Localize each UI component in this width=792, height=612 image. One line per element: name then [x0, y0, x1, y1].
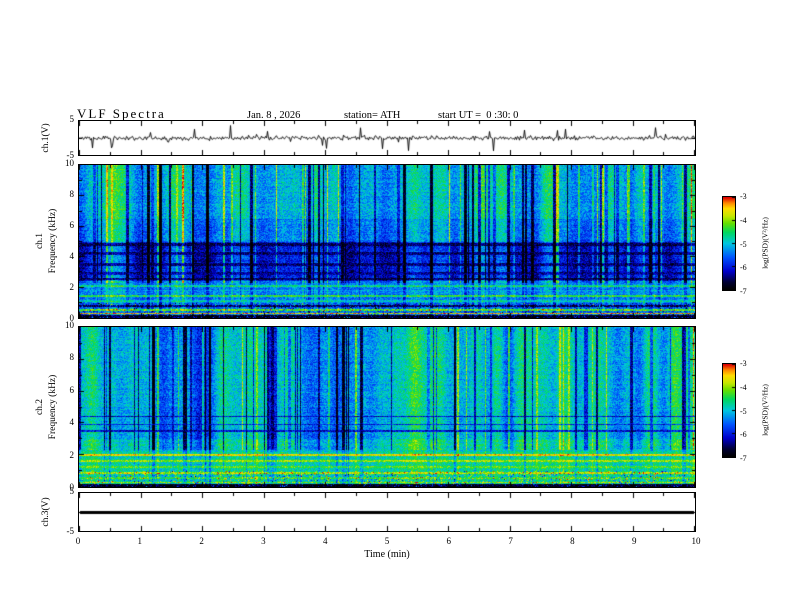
y-tick-label: 5 — [69, 114, 75, 124]
colorbar-tick-label: -7 — [740, 287, 747, 296]
colorbar-tick-label: -3 — [740, 192, 747, 201]
vlf-spectra-figure: VLF Spectra Jan. 8 , 2026 station= ATH s… — [0, 0, 792, 612]
x-tick-label: 5 — [384, 536, 390, 546]
y-tick-label: 4 — [69, 251, 75, 261]
colorbar-ch2-label: log(PSD)(V²/Hz) — [760, 384, 770, 436]
colorbar-ch1-label: log(PSD)(V²/Hz) — [760, 217, 770, 269]
y-tick-label: -5 — [66, 150, 75, 160]
x-tick-label: 0 — [75, 536, 81, 546]
ch1-spectrogram-plot — [79, 165, 695, 318]
colorbar-tick-label: -5 — [740, 406, 747, 416]
colorbar-ch1-gradient — [723, 197, 735, 290]
colorbar-tick-label: -3 — [740, 359, 747, 368]
y-tick-label: 2 — [69, 282, 75, 292]
ch1-spec-frequency-label: Frequency (kHz) — [48, 208, 58, 274]
ch3-voltage-panel — [78, 492, 696, 532]
colorbar-ch2 — [722, 363, 736, 458]
x-tick-label: 4 — [322, 536, 328, 546]
x-tick-label: 1 — [137, 536, 143, 546]
x-tick-label: 6 — [446, 536, 452, 546]
y-tick-label: -5 — [66, 526, 75, 536]
ch3-waveform-plot — [79, 493, 695, 531]
colorbar-tick-label: -6 — [740, 430, 747, 440]
ch1-voltage-panel — [78, 120, 696, 156]
ch3-voltage-ylabel: ch.3(V) — [41, 497, 51, 527]
ch1-voltage-ylabel: ch.1(V) — [41, 123, 51, 153]
ch1-spec-channel-label: ch.1 — [35, 232, 45, 250]
x-tick-label: 9 — [631, 536, 637, 546]
y-tick-label: 2 — [69, 449, 75, 460]
x-axis-label: Time (min) — [364, 549, 410, 560]
ch1-waveform-plot — [79, 121, 695, 155]
y-tick-label: 4 — [69, 417, 75, 428]
colorbar-tick-label: -4 — [740, 215, 747, 225]
colorbar-tick-label: -4 — [740, 382, 747, 392]
colorbar-tick-label: -7 — [740, 454, 747, 463]
x-tick-label: 8 — [570, 536, 575, 546]
ch2-spectrogram-plot — [79, 327, 695, 487]
y-tick-label: 6 — [69, 384, 75, 395]
ch1-spectrogram-panel — [78, 164, 696, 319]
x-tick-label: 7 — [508, 536, 513, 546]
colorbar-tick-label: -6 — [740, 263, 747, 273]
x-tick-label: 3 — [261, 536, 266, 546]
y-tick-label: 8 — [69, 189, 75, 199]
colorbar-ch2-gradient — [723, 364, 735, 457]
ch2-spectrogram-panel — [78, 326, 696, 488]
y-tick-label: 6 — [69, 220, 75, 230]
ch2-spec-channel-label: ch.2 — [35, 398, 45, 416]
x-tick-label: 10 — [691, 536, 701, 546]
y-tick-label: 5 — [69, 486, 75, 496]
colorbar-tick-label: -5 — [740, 239, 747, 249]
y-tick-label: 8 — [69, 352, 75, 363]
y-tick-label: 10 — [65, 320, 74, 330]
colorbar-ch1 — [722, 196, 736, 291]
x-tick-label: 2 — [199, 536, 204, 546]
